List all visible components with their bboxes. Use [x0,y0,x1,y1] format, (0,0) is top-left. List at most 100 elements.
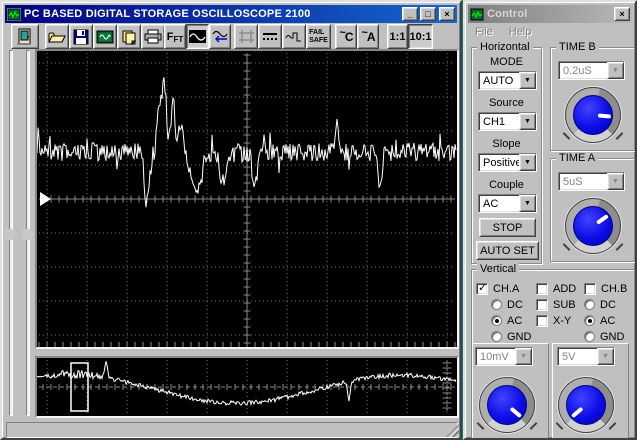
time-a-label: TIME A [556,152,599,164]
recall-waveform-button[interactable] [209,24,231,49]
print-button[interactable] [141,24,165,49]
ch-b-volts-select: 5V ▼ [557,347,615,366]
time-a-knob[interactable] [562,197,624,255]
main-titlebar[interactable]: PC BASED DIGITAL STORAGE OSCILLOSCOPE 21… [5,5,457,23]
chevron-down-icon[interactable]: ▼ [519,113,536,130]
mode-label: MODE [490,56,523,68]
ch-b-ac-radio[interactable] [584,315,595,326]
app-icon [7,7,21,21]
sub-display[interactable] [35,356,459,418]
maximize-button[interactable]: □ [420,7,436,21]
ch-a-ac-radio[interactable] [491,315,502,326]
add-checkbox[interactable] [536,283,548,295]
channel-a-position-thumb[interactable] [5,229,18,240]
chevron-down-icon: ▼ [597,348,614,365]
xy-label: X-Y [553,315,572,327]
exit-icon [17,28,31,45]
chevron-down-icon: ▼ [515,348,532,365]
sub-checkbox[interactable] [536,299,548,311]
main-waveform-svg [37,53,457,347]
couple-select[interactable]: AC ▼ [478,194,537,213]
time-b-group: TIME B 0.2uS ▼ [550,41,635,151]
ch-b-volts-knob[interactable] [555,376,617,434]
control-window-title: Control [487,8,528,20]
capture-screen-icon [96,30,114,43]
close-button[interactable]: × [439,7,455,21]
exit-button[interactable] [11,24,39,49]
source-select[interactable]: CH1 ▼ [478,112,537,131]
sub-label: SUB [553,299,576,311]
menu-bar: File Help [469,24,631,40]
time-b-select: 0.2uS ▼ [558,61,625,80]
ch-a-dc-label: DC [507,299,523,311]
mode-select[interactable]: AUTO ▼ [478,71,537,90]
failsafe-button[interactable]: FAIL SAFE [306,24,331,49]
slope-select[interactable]: Positive ▼ [478,153,537,172]
menu-file[interactable]: File [475,26,493,38]
cal-a-button[interactable]: ~ A [357,24,379,49]
main-display[interactable] [35,49,459,349]
chevron-down-icon: ▼ [607,62,624,79]
minimize-button[interactable]: _ [402,7,418,21]
cal-c-icon: ~ [339,26,346,39]
time-b-label: TIME B [556,41,599,53]
channel-b-position-thumb[interactable] [22,229,35,240]
ch-a-gnd-label: GND [507,331,532,343]
chevron-down-icon[interactable]: ▼ [519,154,536,171]
dotted-line-button[interactable] [258,24,282,49]
trigger-marker[interactable] [40,192,51,206]
ch-b-gnd-radio[interactable] [584,331,595,342]
vertical-group: Vertical CH.A ADD CH.B DC SUB DC AC X-Y … [471,263,635,438]
stop-button[interactable]: STOP [479,218,536,237]
couple-label: Couple [489,179,524,191]
xy-checkbox[interactable] [536,315,548,327]
chevron-down-icon: ▼ [607,173,624,190]
ch-a-gnd-radio[interactable] [491,331,502,342]
time-domain-wave-icon [189,30,206,43]
capture-button[interactable] [93,24,117,49]
ratio-1-1-button[interactable]: 1:1 [387,24,408,49]
horizontal-group-label: Horizontal [477,41,533,53]
copy-button[interactable] [117,24,141,49]
ch-b-checkbox[interactable] [584,283,596,295]
ch-a-volts-knob[interactable] [476,376,538,434]
grid-button[interactable] [234,24,258,49]
fft-button[interactable]: F FT [164,24,186,49]
ratio-10-1-button[interactable]: 10:1 [408,24,433,49]
menu-help[interactable]: Help [509,26,532,38]
sub-waveform [37,361,457,407]
cal-a-icon: ~ [361,26,368,39]
control-titlebar[interactable]: Control × [468,5,632,23]
grid-icon [238,30,254,43]
time-b-knob[interactable] [562,86,624,144]
selection-rect[interactable] [70,362,89,412]
time-domain-button[interactable] [186,24,209,49]
horizontal-group: Horizontal MODE AUTO ▼ Source CH1 ▼ Slop… [471,41,542,264]
time-a-group: TIME A 5uS ▼ [550,152,635,262]
failsafe-icon: FAIL SAFE [309,28,328,44]
ch-a-volts-select: 10mV ▼ [475,347,533,366]
control-window: Control × File Help Horizontal MODE AUTO… [463,0,637,440]
chevron-down-icon[interactable]: ▼ [519,195,536,212]
time-a-select: 5uS ▼ [558,172,625,191]
ch-b-label: CH.B [601,283,628,295]
control-close-button[interactable]: × [614,7,630,21]
cal-c-button[interactable]: ~ C [335,24,357,49]
open-button[interactable] [45,24,69,49]
chevron-down-icon[interactable]: ▼ [519,72,536,89]
ch-b-dc-radio[interactable] [584,299,595,310]
source-label: Source [489,97,524,109]
save-icon [73,29,89,44]
slope-label: Slope [492,138,521,150]
save-button[interactable] [69,24,93,49]
main-window: PC BASED DIGITAL STORAGE OSCILLOSCOPE 21… [0,0,462,440]
square-wave-button[interactable] [282,24,306,49]
ch-a-checkbox[interactable] [476,281,488,295]
status-bar [6,422,458,438]
open-folder-icon [48,32,66,42]
window-title: PC BASED DIGITAL STORAGE OSCILLOSCOPE 21… [24,8,311,20]
ch-a-label: CH.A [493,283,520,295]
fft-icon: F [166,30,174,43]
ch-a-dc-radio[interactable] [491,299,502,310]
auto-set-button[interactable]: AUTO SET [476,241,539,260]
